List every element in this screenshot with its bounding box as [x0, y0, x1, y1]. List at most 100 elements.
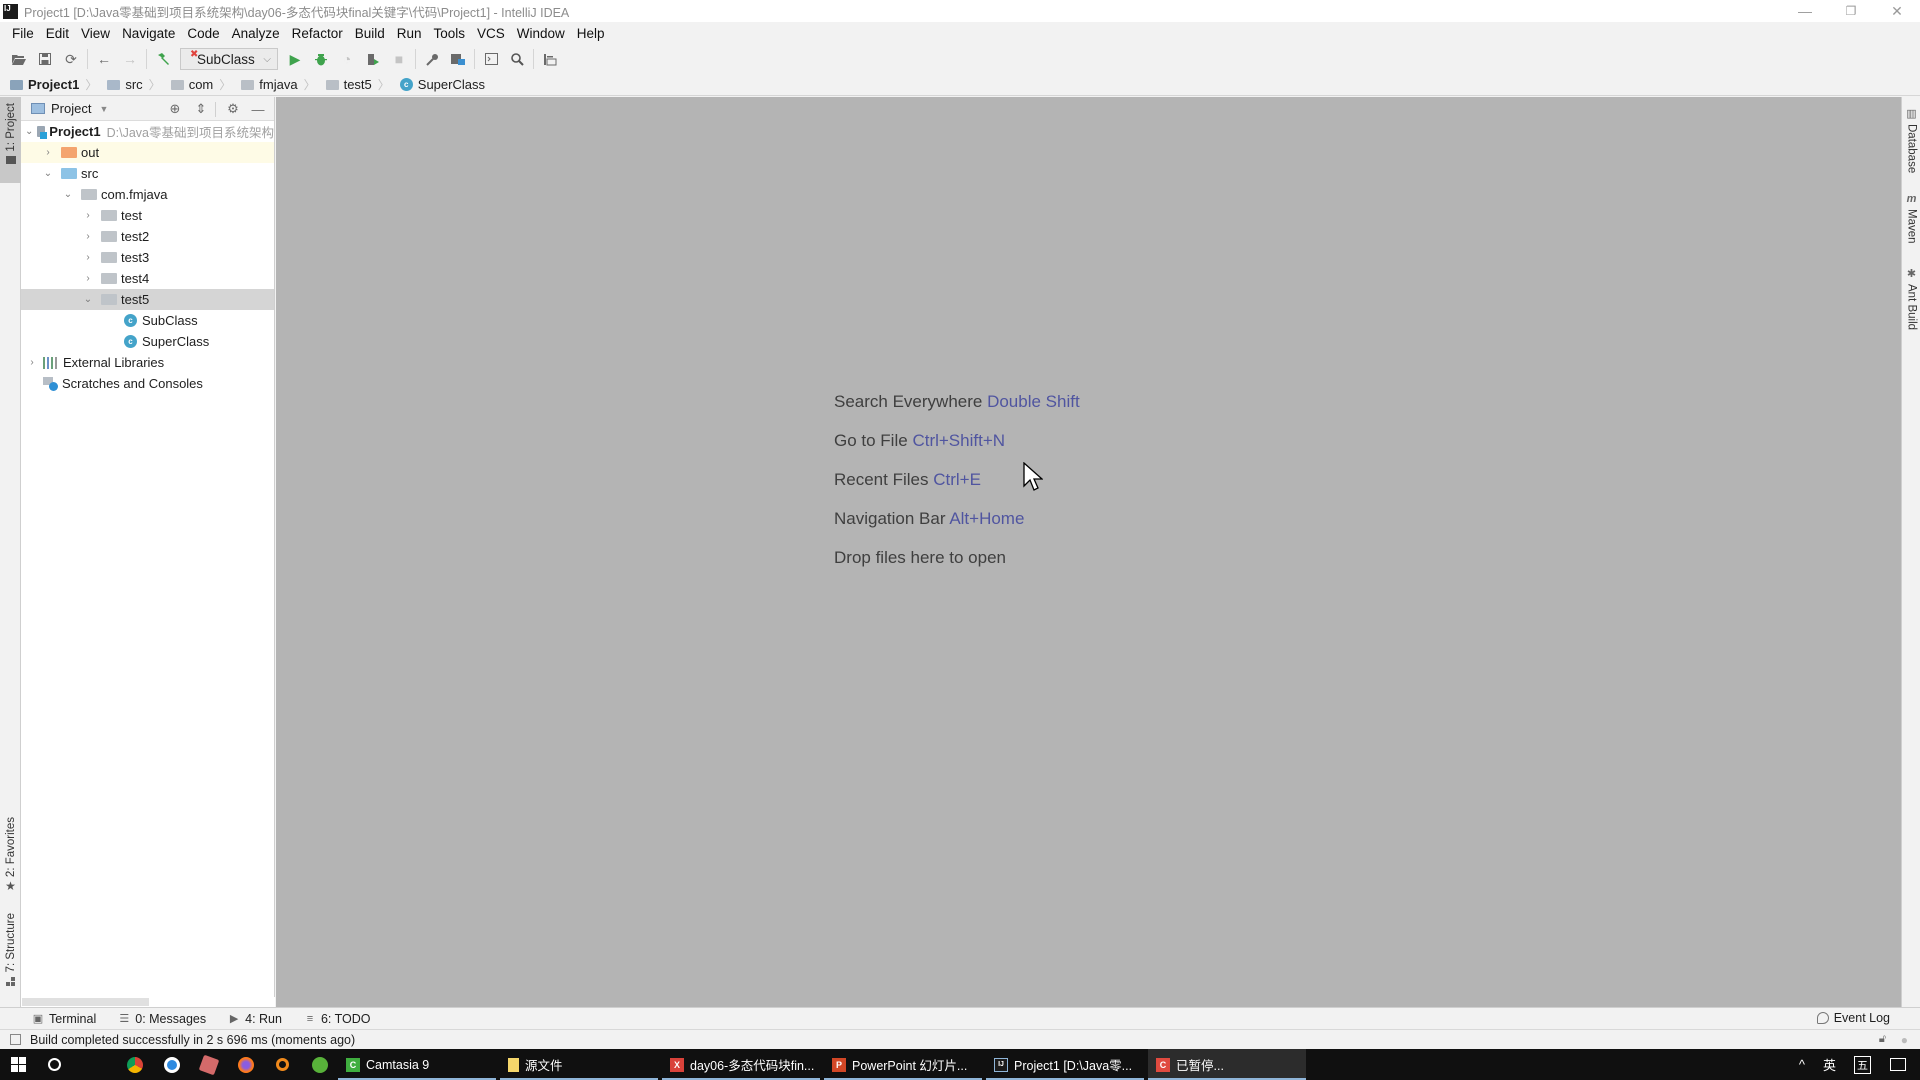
- debug-icon[interactable]: [308, 47, 334, 71]
- coverage-icon[interactable]: ◔: [334, 47, 360, 71]
- save-icon[interactable]: [32, 47, 58, 71]
- taskbar-task-paused[interactable]: C 已暂停...: [1148, 1049, 1306, 1080]
- project-structure-icon[interactable]: [445, 47, 471, 71]
- breadcrumb-item-src[interactable]: src 〉: [107, 76, 166, 93]
- hide-panel-icon[interactable]: —: [248, 99, 268, 119]
- locate-target-icon[interactable]: ⊕: [165, 99, 185, 119]
- chevron-right-icon[interactable]: ›: [81, 273, 95, 284]
- tree-item-com-fmjava[interactable]: ⌄ com.fmjava: [21, 184, 274, 205]
- inspector-icon[interactable]: ●: [1901, 1033, 1908, 1047]
- settings-wrench-icon[interactable]: [419, 47, 445, 71]
- menu-file[interactable]: File: [6, 26, 40, 41]
- sync-icon[interactable]: ⟳: [58, 47, 84, 71]
- input-language-indicator[interactable]: 英: [1814, 1055, 1845, 1074]
- taskbar-task-camtasia[interactable]: C Camtasia 9: [338, 1049, 496, 1080]
- menu-vcs[interactable]: VCS: [471, 26, 511, 41]
- menu-analyze[interactable]: Analyze: [226, 26, 286, 41]
- tab-run[interactable]: ▶ 4: Run: [228, 1012, 282, 1026]
- scrollbar-thumb[interactable]: [22, 998, 149, 1006]
- chevron-down-icon[interactable]: ⌄: [61, 189, 75, 200]
- menu-window[interactable]: Window: [511, 26, 571, 41]
- status-message[interactable]: Build completed successfully in 2 s 696 …: [30, 1033, 355, 1047]
- lock-icon[interactable]: 🔓︎: [1879, 1033, 1886, 1046]
- tab-messages[interactable]: ☰ 0: Messages: [118, 1012, 206, 1026]
- menu-build[interactable]: Build: [349, 26, 391, 41]
- vcs-icon[interactable]: [537, 47, 563, 71]
- run-icon[interactable]: ▶: [282, 47, 308, 71]
- forward-icon[interactable]: →: [117, 47, 143, 71]
- profile-icon[interactable]: [360, 47, 386, 71]
- stop-icon[interactable]: ■: [386, 47, 412, 71]
- gear-icon[interactable]: ⚙: [223, 99, 243, 119]
- action-center-icon[interactable]: [1890, 1058, 1906, 1071]
- chevron-down-icon[interactable]: ▼: [99, 104, 108, 114]
- project-view-select[interactable]: Project: [51, 101, 91, 116]
- tab-favorites-toolwindow[interactable]: 2: Favorites ★: [0, 817, 21, 899]
- tree-item-scratches[interactable]: Scratches and Consoles: [21, 373, 274, 394]
- horizontal-scrollbar[interactable]: [21, 997, 275, 1007]
- chevron-right-icon[interactable]: ›: [41, 147, 55, 158]
- qq-browser-taskbar-icon[interactable]: [153, 1049, 190, 1080]
- search-icon[interactable]: [504, 47, 530, 71]
- chevron-down-icon[interactable]: ⌄: [41, 168, 55, 179]
- chrome-taskbar-icon[interactable]: [116, 1049, 153, 1080]
- chevron-down-icon[interactable]: ⌄: [81, 294, 95, 305]
- run-configuration-select[interactable]: ✖ SubClass ⌵: [180, 48, 278, 70]
- taskbar-task-xmind[interactable]: X day06-多态代码块fin...: [662, 1049, 820, 1080]
- tree-item-superclass[interactable]: c SuperClass: [21, 331, 274, 352]
- minimize-button[interactable]: —: [1782, 0, 1828, 22]
- tree-item-subclass[interactable]: c SubClass: [21, 310, 274, 331]
- menu-run[interactable]: Run: [391, 26, 428, 41]
- tree-item-external-libraries[interactable]: › External Libraries: [21, 352, 274, 373]
- collapse-all-icon[interactable]: ⇕: [191, 99, 211, 119]
- tab-project-toolwindow[interactable]: 1: Project: [0, 97, 21, 183]
- chevron-right-icon[interactable]: ›: [81, 252, 95, 263]
- taskbar-task-powerpoint[interactable]: P PowerPoint 幻灯片...: [824, 1049, 982, 1080]
- chevron-down-icon[interactable]: ⌄: [25, 126, 33, 137]
- breadcrumb-item-test5[interactable]: test5 〉: [325, 76, 396, 93]
- menu-refactor[interactable]: Refactor: [286, 26, 349, 41]
- tab-database-toolwindow[interactable]: ▥ Database: [1902, 107, 1920, 187]
- tab-maven-toolwindow[interactable]: m Maven: [1902, 193, 1920, 258]
- breadcrumb-item-com[interactable]: com 〉: [170, 76, 238, 93]
- tree-item-test5[interactable]: ⌄ test5: [21, 289, 274, 310]
- green-app-taskbar-icon[interactable]: [301, 1049, 338, 1080]
- taskbar-task-intellij[interactable]: IJ Project1 [D:\Java零...: [986, 1049, 1144, 1080]
- tree-item-test[interactable]: › test: [21, 205, 274, 226]
- ime-mode-indicator[interactable]: 五: [1854, 1055, 1871, 1074]
- breadcrumb-item-fmjava[interactable]: fmjava 〉: [241, 76, 321, 93]
- close-button[interactable]: ✕: [1874, 0, 1920, 22]
- start-button[interactable]: [0, 1049, 36, 1080]
- tree-item-test4[interactable]: › test4: [21, 268, 274, 289]
- cortana-button[interactable]: [36, 1049, 72, 1080]
- tree-item-test3[interactable]: › test3: [21, 247, 274, 268]
- tab-terminal[interactable]: ▣ Terminal: [32, 1012, 96, 1026]
- menu-tools[interactable]: Tools: [428, 26, 472, 41]
- tree-item-test2[interactable]: › test2: [21, 226, 274, 247]
- app-taskbar-icon[interactable]: [190, 1049, 227, 1080]
- terminal-frame-icon[interactable]: [478, 47, 504, 71]
- search-app-taskbar-icon[interactable]: [264, 1049, 301, 1080]
- menu-help[interactable]: Help: [571, 26, 611, 41]
- open-folder-icon[interactable]: [6, 47, 32, 71]
- tab-ant-build-toolwindow[interactable]: ✱ Ant Build: [1902, 267, 1920, 347]
- show-hidden-icons-button[interactable]: ^: [1790, 1057, 1814, 1072]
- tree-item-src[interactable]: ⌄ src: [21, 163, 274, 184]
- firefox-taskbar-icon[interactable]: [227, 1049, 264, 1080]
- tab-todo[interactable]: ≡ 6: TODO: [304, 1012, 371, 1026]
- editor-area[interactable]: Search Everywhere Double Shift Go to Fil…: [276, 97, 1901, 1007]
- chevron-right-icon[interactable]: ›: [81, 231, 95, 242]
- breadcrumb-item-superclass[interactable]: c SuperClass: [399, 77, 485, 92]
- toggle-tool-windows-icon[interactable]: [10, 1034, 21, 1045]
- back-icon[interactable]: ←: [91, 47, 117, 71]
- menu-edit[interactable]: Edit: [40, 26, 75, 41]
- event-log-button[interactable]: Event Log: [1816, 1011, 1890, 1025]
- chevron-right-icon[interactable]: ›: [25, 357, 39, 368]
- tab-structure-toolwindow[interactable]: 7: Structure: [0, 913, 21, 1003]
- taskbar-task-source-files[interactable]: 源文件: [500, 1049, 658, 1080]
- breadcrumb-item-project[interactable]: Project1 〉: [10, 76, 103, 93]
- tree-item-project1[interactable]: ⌄ Project1 D:\Java零基础到项目系统架构: [21, 121, 274, 142]
- menu-view[interactable]: View: [75, 26, 116, 41]
- tree-item-out[interactable]: › out: [21, 142, 274, 163]
- menu-navigate[interactable]: Navigate: [116, 26, 181, 41]
